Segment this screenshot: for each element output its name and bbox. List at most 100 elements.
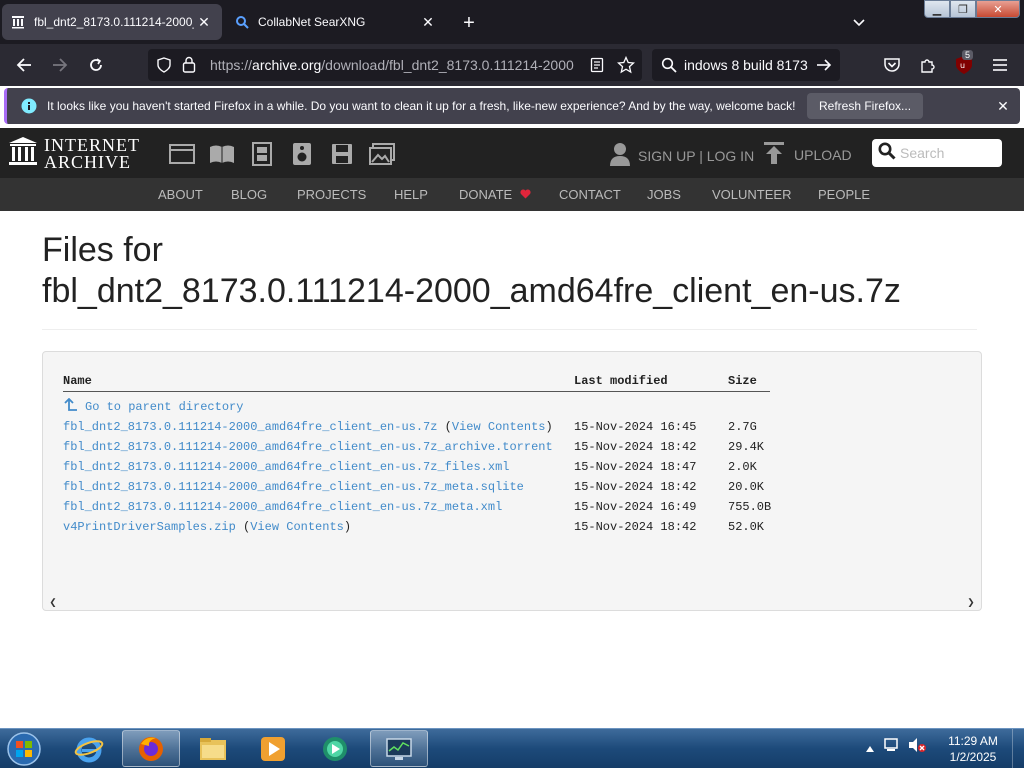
file-size: 20.0K	[728, 480, 765, 494]
nav-projects[interactable]: PROJECTS	[297, 187, 366, 202]
action-center-flag-icon[interactable]	[884, 737, 900, 758]
column-header-name[interactable]: Name	[63, 374, 92, 388]
maximize-button[interactable]: ❐	[950, 0, 976, 18]
ia-header: INTERNET ARCHIVE SIGN UP | LOG IN UPLOAD	[0, 128, 1024, 178]
nav-help[interactable]: HELP	[394, 187, 428, 202]
bookmark-star-icon[interactable]	[616, 55, 636, 79]
ia-search-input[interactable]	[900, 145, 995, 161]
tab-archive[interactable]: fbl_dnt2_8173.0.111214-2000_a ✕	[2, 4, 222, 40]
upload-icon	[764, 142, 784, 167]
web-icon[interactable]	[162, 141, 202, 167]
software-floppy-icon[interactable]	[322, 141, 362, 167]
file-modified: 15-Nov-2024 18:47	[574, 460, 697, 474]
nav-volunteer[interactable]: VOLUNTEER	[712, 187, 791, 202]
nav-blog[interactable]: BLOG	[231, 187, 267, 202]
file-modified: 15-Nov-2024 18:42	[574, 440, 697, 454]
volume-muted-icon[interactable]	[908, 737, 926, 758]
pocket-icon[interactable]	[878, 51, 906, 79]
file-row: fbl_dnt2_8173.0.111214-2000_amd64fre_cli…	[43, 480, 983, 498]
svg-text:u: u	[960, 61, 965, 70]
reload-button[interactable]	[82, 51, 110, 79]
search-go-arrow-icon[interactable]	[816, 57, 832, 78]
show-desktop-button[interactable]	[1012, 729, 1024, 768]
view-contents-link[interactable]: View Contents	[250, 520, 344, 534]
video-film-icon[interactable]	[242, 141, 282, 167]
close-tab-icon[interactable]: ✕	[194, 12, 214, 32]
back-button[interactable]	[10, 51, 38, 79]
column-header-modified[interactable]: Last modified	[574, 374, 668, 388]
file-row: fbl_dnt2_8173.0.111214-2000_amd64fre_cli…	[43, 420, 983, 438]
horizontal-scrollbar[interactable]: ❮ ❯	[43, 594, 981, 610]
audio-speaker-icon[interactable]	[282, 141, 322, 167]
media-player-taskbar-icon[interactable]	[244, 730, 302, 767]
ia-logo[interactable]: INTERNET ARCHIVE	[8, 136, 140, 171]
internet-explorer-taskbar-icon[interactable]	[60, 730, 118, 767]
file-link[interactable]: fbl_dnt2_8173.0.111214-2000_amd64fre_cli…	[63, 420, 437, 434]
page-title-line-2: fbl_dnt2_8173.0.111214-2000_amd64fre_cli…	[42, 272, 901, 310]
url-bar[interactable]: https://archive.org/download/fbl_dnt2_81…	[148, 49, 642, 81]
close-window-button[interactable]: ✕	[976, 0, 1020, 18]
page-title-line-1: Files for	[42, 231, 163, 269]
nav-contact[interactable]: CONTACT	[559, 187, 621, 202]
shield-icon[interactable]	[156, 57, 172, 78]
system-tray	[866, 737, 926, 758]
upload-link[interactable]: UPLOAD	[764, 142, 852, 167]
ia-search-box[interactable]	[872, 139, 1002, 167]
images-icon[interactable]	[362, 141, 402, 167]
reader-view-icon[interactable]	[590, 57, 604, 78]
close-tab-icon[interactable]: ✕	[418, 12, 438, 32]
firefox-taskbar-icon[interactable]	[122, 730, 180, 767]
file-size: 2.7G	[728, 420, 757, 434]
file-link[interactable]: fbl_dnt2_8173.0.111214-2000_amd64fre_cli…	[63, 500, 502, 514]
new-tab-button[interactable]: +	[456, 10, 482, 36]
texts-book-icon[interactable]	[202, 141, 242, 167]
file-link[interactable]: fbl_dnt2_8173.0.111214-2000_amd64fre_cli…	[63, 440, 553, 454]
list-tabs-chevron-icon[interactable]	[846, 10, 872, 36]
hamburger-menu-icon[interactable]	[986, 51, 1014, 79]
sign-in-link[interactable]: SIGN UP | LOG IN	[610, 142, 754, 169]
parent-directory-link[interactable]: Go to parent directory	[85, 400, 243, 414]
task-manager-taskbar-icon[interactable]	[370, 730, 428, 767]
nav-jobs[interactable]: JOBS	[647, 187, 681, 202]
refresh-firefox-button[interactable]: Refresh Firefox...	[807, 93, 924, 119]
column-header-size[interactable]: Size	[728, 374, 757, 388]
file-link[interactable]: v4PrintDriverSamples.zip	[63, 520, 236, 534]
tab-title: CollabNet SearXNG	[258, 15, 366, 29]
file-modified: 15-Nov-2024 18:42	[574, 520, 697, 534]
show-hidden-icons-arrow-icon[interactable]	[866, 739, 874, 757]
scroll-right-arrow-icon[interactable]: ❯	[963, 594, 979, 610]
sign-in-label: SIGN UP | LOG IN	[638, 147, 755, 164]
nav-people[interactable]: PEOPLE	[818, 187, 870, 202]
media-center-taskbar-icon[interactable]	[306, 730, 364, 767]
page-title: Files for fbl_dnt2_8173.0.111214-2000_am…	[42, 230, 901, 312]
minimize-button[interactable]: ▁	[924, 0, 950, 18]
file-modified: 15-Nov-2024 16:45	[574, 420, 697, 434]
lock-icon[interactable]	[182, 56, 196, 78]
view-contents-link[interactable]: View Contents	[452, 420, 546, 434]
start-button[interactable]	[4, 731, 44, 767]
file-name-cell: fbl_dnt2_8173.0.111214-2000_amd64fre_cli…	[63, 420, 553, 434]
scroll-left-arrow-icon[interactable]: ❮	[45, 594, 61, 610]
nav-donate[interactable]: DONATE	[459, 187, 531, 202]
extensions-puzzle-icon[interactable]	[914, 51, 942, 79]
file-name-cell: v4PrintDriverSamples.zip (View Contents)	[63, 520, 352, 534]
nav-about[interactable]: ABOUT	[158, 187, 203, 202]
file-link[interactable]: fbl_dnt2_8173.0.111214-2000_amd64fre_cli…	[63, 460, 509, 474]
file-row: fbl_dnt2_8173.0.111214-2000_amd64fre_cli…	[43, 440, 983, 458]
search-text: indows 8 build 8173	[684, 57, 808, 73]
file-link[interactable]: fbl_dnt2_8173.0.111214-2000_amd64fre_cli…	[63, 480, 524, 494]
search-icon	[878, 142, 896, 165]
search-bar[interactable]: indows 8 build 8173	[652, 49, 840, 81]
logo-line-1: INTERNET	[44, 134, 140, 155]
tab-strip: fbl_dnt2_8173.0.111214-2000_a ✕ CollabNe…	[0, 0, 1024, 44]
forward-button[interactable]	[46, 51, 74, 79]
ia-nav-bar: ABOUT BLOG PROJECTS HELP DONATE CONTACT …	[0, 178, 1024, 211]
close-notification-icon[interactable]: ✕	[993, 96, 1013, 116]
clock[interactable]: 11:29 AM 1/2/2025	[940, 733, 1006, 765]
user-icon	[610, 142, 630, 169]
navigation-toolbar: https://archive.org/download/fbl_dnt2_81…	[0, 44, 1024, 86]
search-icon	[234, 14, 250, 30]
tab-searxng[interactable]: CollabNet SearXNG ✕	[226, 4, 446, 40]
url-text[interactable]: https://archive.org/download/fbl_dnt2_81…	[210, 57, 580, 73]
file-explorer-taskbar-icon[interactable]	[184, 730, 242, 767]
